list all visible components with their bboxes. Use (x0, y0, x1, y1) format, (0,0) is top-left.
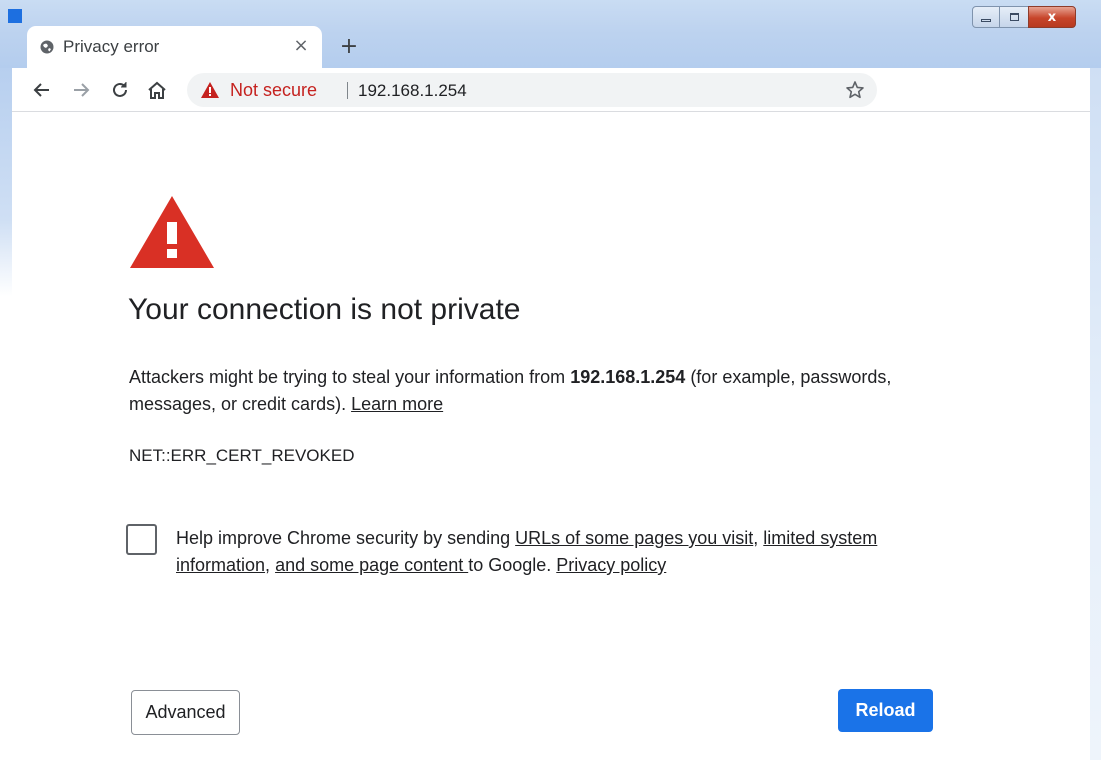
close-icon: x (1047, 9, 1057, 25)
warning-description: Attackers might be trying to steal your … (129, 364, 929, 418)
globe-icon (40, 40, 54, 54)
close-window-button[interactable]: x (1028, 6, 1076, 28)
maximize-button[interactable] (1000, 6, 1028, 28)
tab-privacy-error[interactable]: Privacy error × (27, 26, 322, 68)
reload-page-button[interactable] (107, 77, 133, 103)
back-button[interactable] (29, 77, 55, 103)
warning-triangle-icon (130, 196, 214, 268)
tab-close-button[interactable]: × (291, 35, 311, 57)
maximize-icon (1009, 13, 1019, 21)
window-left-border (0, 68, 12, 760)
home-button[interactable] (144, 77, 170, 103)
minimize-icon (981, 18, 991, 22)
app-icon (8, 9, 22, 23)
url-text[interactable]: 192.168.1.254 (358, 81, 467, 101)
address-bar[interactable]: Not secure 192.168.1.254 (187, 73, 877, 107)
safe-browsing-optin-checkbox[interactable] (126, 524, 157, 555)
page-content-link[interactable]: and some page content (275, 555, 468, 575)
optin-comma: , (753, 528, 764, 548)
urls-link[interactable]: URLs of some pages you visit (515, 528, 753, 548)
learn-more-link[interactable]: Learn more (351, 394, 443, 414)
host-name: 192.168.1.254 (570, 367, 686, 387)
page-title: Your connection is not private (128, 293, 521, 326)
error-code: NET::ERR_CERT_REVOKED (129, 446, 355, 465)
reload-icon (113, 82, 127, 97)
privacy-policy-link[interactable]: Privacy policy (556, 555, 666, 575)
bookmark-star-icon[interactable] (844, 79, 866, 101)
forward-button[interactable] (68, 77, 94, 103)
optin-comma-2: , (265, 555, 276, 575)
warning-triangle-icon (201, 82, 219, 98)
browser-toolbar: Not secure 192.168.1.254 (12, 68, 1090, 112)
security-chip-label[interactable]: Not secure (230, 80, 317, 101)
optin-description: Help improve Chrome security by sending … (176, 525, 916, 579)
home-icon (148, 81, 166, 99)
minimize-button[interactable] (972, 6, 1000, 28)
advanced-button[interactable]: Advanced (131, 690, 240, 735)
tab-title: Privacy error (63, 37, 160, 56)
forward-arrow-icon (74, 83, 90, 97)
window-controls: x (972, 6, 1076, 28)
new-tab-button[interactable]: + (334, 33, 364, 61)
reload-button[interactable]: Reload (838, 689, 933, 732)
optin-text-mid: to Google. (468, 555, 557, 575)
back-arrow-icon (33, 83, 49, 97)
address-separator (347, 82, 348, 99)
description-text: Attackers might be trying to steal your … (129, 367, 571, 387)
window-right-border (1090, 68, 1101, 760)
optin-text: Help improve Chrome security by sending (176, 528, 516, 548)
window-titlebar: x Privacy error × + (0, 0, 1101, 68)
